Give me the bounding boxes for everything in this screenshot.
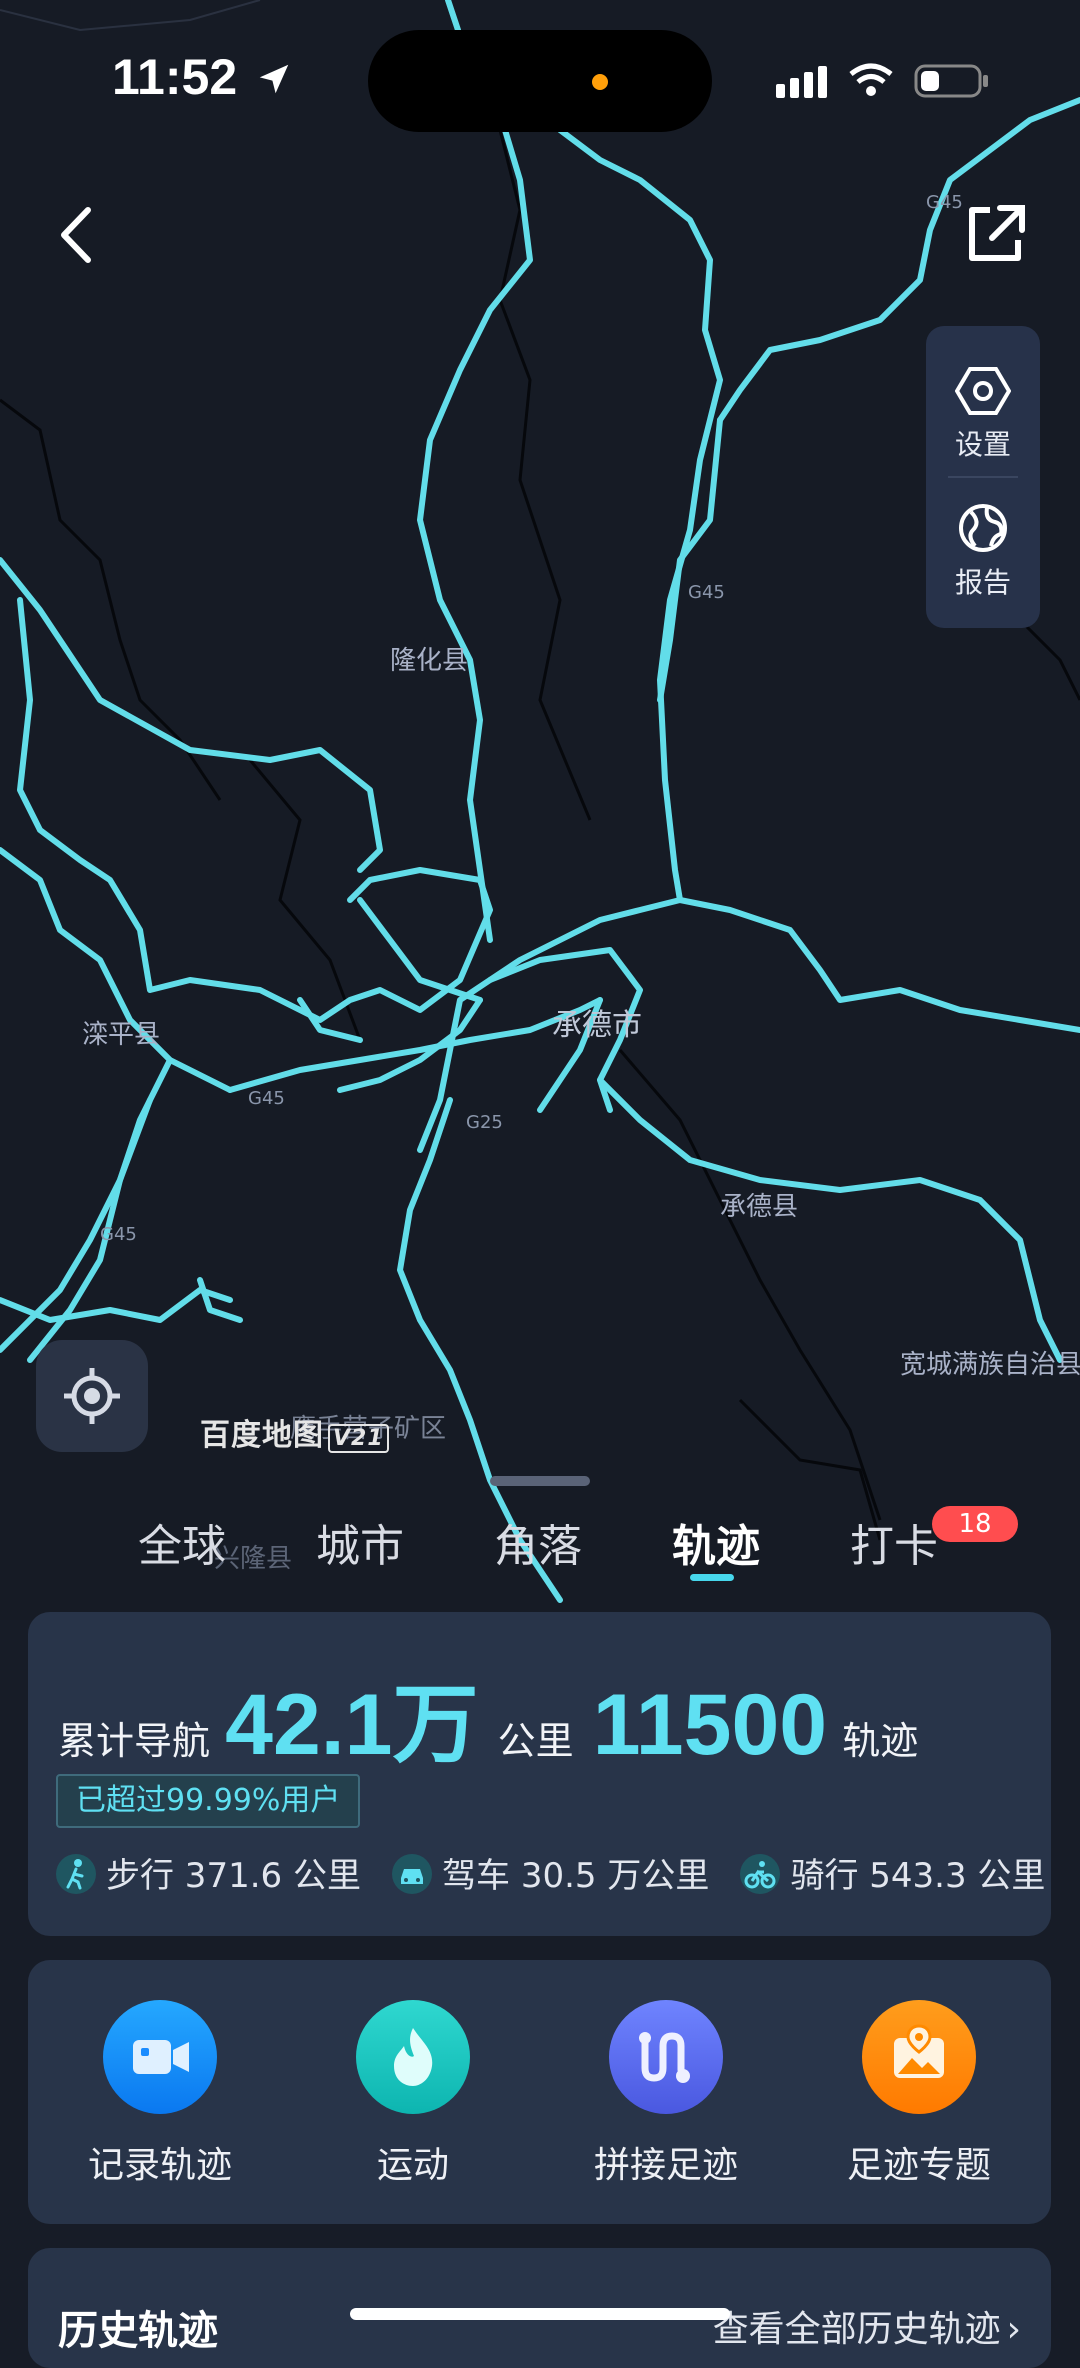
exercise-button[interactable]: 运动 bbox=[313, 2000, 513, 2188]
dynamic-island bbox=[368, 30, 712, 132]
locate-crosshair-icon bbox=[64, 1368, 120, 1424]
battery-icon bbox=[914, 64, 988, 98]
status-time: 11:52 bbox=[112, 48, 293, 106]
topics-icon-bg bbox=[862, 2000, 976, 2114]
tracks-unit: 轨迹 bbox=[842, 1719, 919, 1763]
tab-bar: 全球 城市 角落 轨迹 打卡 bbox=[0, 1510, 1080, 1600]
report-label: 报告 bbox=[954, 566, 1011, 599]
stitch-icon-bg bbox=[609, 2000, 723, 2114]
record-track-button[interactable]: 记录轨迹 bbox=[60, 2000, 260, 2188]
panel-drag-handle[interactable] bbox=[490, 1476, 590, 1486]
stitch-footprints-button[interactable]: 拼接足迹 bbox=[566, 2000, 766, 2188]
tab-city[interactable]: 城市 bbox=[316, 1510, 404, 1574]
map-label-kuancheng: 宽城满族自治县 bbox=[900, 1350, 1080, 1380]
tab-corner[interactable]: 角落 bbox=[494, 1510, 582, 1574]
settings-hex-icon bbox=[954, 367, 1012, 415]
globe-icon bbox=[959, 504, 1007, 552]
highway-shield: G45 bbox=[100, 1224, 137, 1245]
tab-checkin[interactable]: 打卡 bbox=[850, 1510, 938, 1574]
status-bar: 11:52 bbox=[0, 0, 1080, 160]
cellular-signal-icon bbox=[776, 66, 827, 98]
share-button[interactable] bbox=[960, 200, 1030, 270]
footprint-topics-button[interactable]: 足迹专题 bbox=[819, 2000, 1019, 2188]
flame-icon bbox=[394, 2028, 433, 2086]
drive-stat: 驾车 30.5 万公里 bbox=[392, 1848, 709, 1898]
map-label-chengde-county: 承德县 bbox=[720, 1192, 799, 1222]
car-icon bbox=[392, 1853, 433, 1894]
home-indicator bbox=[350, 2308, 730, 2320]
distance-unit: 公里 bbox=[497, 1719, 574, 1763]
exercise-icon-bg bbox=[356, 2000, 470, 2114]
map-label-longhua: 隆化县 bbox=[390, 646, 469, 676]
highway-shield: G45 bbox=[926, 192, 963, 213]
report-button[interactable]: 报告 bbox=[926, 502, 1040, 601]
chevron-right-icon: › bbox=[1006, 2309, 1021, 2350]
map-label-chengde-city: 承德市 bbox=[552, 1008, 642, 1043]
map-label-luanping: 滦平县 bbox=[82, 1020, 161, 1050]
ride-stat: 骑行 543.3 公里 bbox=[740, 1848, 1045, 1898]
highway-shield: G25 bbox=[466, 1112, 503, 1133]
side-menu: 设置 报告 bbox=[926, 326, 1040, 628]
path-stitch-icon bbox=[639, 2032, 690, 2083]
active-tab-indicator bbox=[690, 1574, 734, 1581]
navigation-summary-card: 累计导航 42.1万 公里 11500 轨迹 已超过99.99%用户 步行 37… bbox=[28, 1612, 1051, 1936]
bike-icon bbox=[740, 1853, 781, 1894]
highway-shield: G45 bbox=[688, 582, 725, 603]
walk-icon bbox=[56, 1853, 96, 1894]
percentile-badge: 已超过99.99%用户 bbox=[56, 1774, 361, 1828]
back-button[interactable] bbox=[50, 200, 110, 270]
summary-prefix: 累计导航 bbox=[58, 1719, 211, 1763]
checkin-count-badge: 18 bbox=[932, 1506, 1018, 1542]
walk-stat: 步行 371.6 公里 bbox=[56, 1848, 361, 1898]
locate-button[interactable] bbox=[36, 1340, 148, 1452]
highway-shield: G45 bbox=[248, 1088, 285, 1109]
tab-tracks[interactable]: 轨迹 bbox=[672, 1510, 760, 1574]
recording-indicator bbox=[592, 74, 608, 90]
video-camera-icon bbox=[133, 2040, 189, 2074]
side-menu-divider bbox=[948, 476, 1018, 478]
features-card: 记录轨迹 运动 拼接足迹 足迹专题 bbox=[28, 1960, 1051, 2224]
view-all-history-link[interactable]: 查看全部历史轨迹 › bbox=[713, 2300, 1021, 2352]
tab-global[interactable]: 全球 bbox=[138, 1510, 226, 1574]
settings-button[interactable]: 设置 bbox=[926, 366, 1040, 463]
total-distance: 42.1万 bbox=[225, 1677, 479, 1773]
record-track-icon-bg bbox=[103, 2000, 217, 2114]
history-title: 历史轨迹 bbox=[58, 2308, 218, 2354]
summary-stats: 累计导航 42.1万 公里 11500 轨迹 bbox=[58, 1654, 918, 1773]
baidu-map-logo: 百度地图 V21 bbox=[200, 1410, 389, 1454]
location-arrow-icon bbox=[259, 64, 289, 94]
mode-breakdown: 步行 371.6 公里 驾车 30.5 万公里 骑行 543.3 公里 bbox=[56, 1848, 1071, 1898]
total-tracks: 11500 bbox=[592, 1677, 828, 1773]
wifi-icon bbox=[849, 63, 893, 96]
settings-label: 设置 bbox=[954, 428, 1011, 461]
photo-pin-icon bbox=[894, 2024, 944, 2078]
